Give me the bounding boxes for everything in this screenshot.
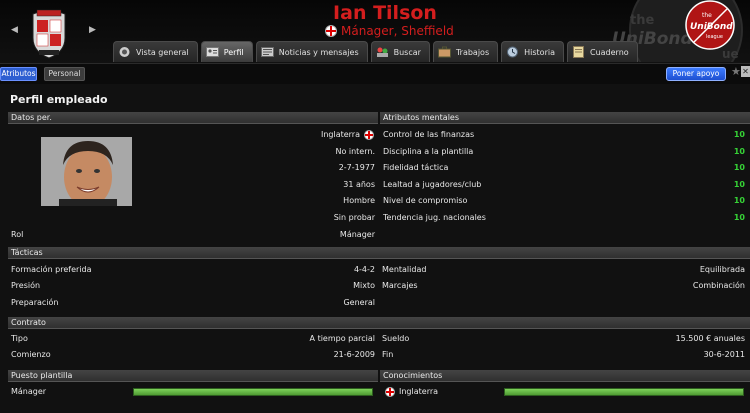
tab-historia[interactable]: Historia bbox=[501, 41, 564, 62]
knowledge-nation-label: Inglaterra bbox=[399, 387, 439, 396]
tab-noticias-mensajes[interactable]: Noticias y mensajes bbox=[255, 41, 368, 62]
attr-tendencia-label: Tendencia jug. nacionales bbox=[383, 213, 486, 222]
attr-fidelidad-label: Fidelidad táctica bbox=[383, 163, 449, 172]
section-atributos-mentales: Atributos mentales bbox=[380, 112, 750, 124]
watermark-the: the bbox=[630, 13, 654, 28]
close-icon[interactable]: ✕ bbox=[741, 66, 750, 77]
favourite-star-icon[interactable]: ★ bbox=[731, 65, 741, 78]
international-status: No intern. bbox=[335, 147, 375, 156]
wage-label: Sueldo bbox=[382, 334, 410, 343]
attr-lealtad-value: 10 bbox=[733, 180, 745, 189]
tab-label: Buscar bbox=[393, 47, 421, 57]
age-value: 31 años bbox=[343, 180, 375, 189]
tab-trabajos[interactable]: Trabajos bbox=[432, 41, 499, 62]
page-title: Perfil empleado bbox=[10, 93, 108, 106]
attr-lealtad-label: Lealtad a jugadores/club bbox=[383, 180, 482, 189]
gender-value: Hombre bbox=[343, 196, 375, 205]
tab-label: Perfil bbox=[223, 47, 244, 57]
main-tabs: Vista general Perfil Noticias y mensajes… bbox=[113, 41, 638, 62]
england-flag-icon bbox=[364, 130, 374, 140]
badge-the: the bbox=[702, 12, 712, 19]
profile-panel: Perfil empleado Datos per. Inglaterra No… bbox=[0, 84, 750, 413]
next-arrow-icon[interactable]: ▶ bbox=[89, 25, 96, 35]
overview-icon bbox=[119, 47, 130, 57]
tab-perfil[interactable]: Perfil bbox=[200, 41, 253, 62]
knowledge-level-bar bbox=[504, 388, 744, 396]
header-bar: ◀ ▶ Ian Tilson Mánager, Sheffield the Un… bbox=[0, 0, 750, 63]
role-label: Rol bbox=[11, 230, 24, 239]
subtab-personal[interactable]: Personal bbox=[44, 67, 85, 81]
search-people-icon bbox=[376, 47, 388, 57]
screen: ◀ ▶ Ian Tilson Mánager, Sheffield the Un… bbox=[0, 0, 750, 413]
sub-toolbar: Atributos Personal Poner apoyo bbox=[0, 63, 750, 84]
attr-tendencia-value: 10 bbox=[733, 213, 745, 222]
badge-unibond: UniBond bbox=[690, 22, 733, 32]
mentality-label: Mentalidad bbox=[382, 265, 427, 274]
notebook-icon bbox=[572, 46, 584, 58]
tab-label: Historia bbox=[524, 47, 555, 57]
section-datos-per: Datos per. bbox=[8, 112, 378, 124]
pressing-value: Mixto bbox=[353, 281, 375, 290]
contract-type-value: A tiempo parcial bbox=[309, 334, 375, 343]
england-flag-icon bbox=[325, 25, 337, 37]
badge-status: Sin probar bbox=[333, 213, 375, 222]
date-of-birth: 2-7-1977 bbox=[338, 163, 375, 172]
squad-role-level-bar bbox=[133, 388, 373, 396]
poner-apoyo-button[interactable]: Poner apoyo bbox=[666, 67, 726, 81]
attr-compromiso-label: Nivel de compromiso bbox=[383, 196, 468, 205]
tab-label: Cuaderno bbox=[589, 47, 629, 57]
pressing-label: Presión bbox=[11, 281, 41, 290]
previous-arrow-icon[interactable]: ◀ bbox=[11, 25, 18, 35]
attr-fidelidad-value: 10 bbox=[733, 163, 745, 172]
staff-photo-image bbox=[41, 137, 132, 206]
tab-buscar[interactable]: Buscar bbox=[370, 41, 430, 62]
mentality-value: Equilibrada bbox=[699, 265, 745, 274]
section-conocimientos: Conocimientos bbox=[380, 370, 750, 382]
england-flag-icon bbox=[385, 387, 395, 397]
preparation-label: Preparación bbox=[11, 298, 59, 307]
tab-label: Trabajos bbox=[455, 47, 490, 57]
news-icon bbox=[260, 47, 274, 57]
contract-end-value: 30-6-2011 bbox=[703, 350, 745, 359]
badge-league: league bbox=[706, 34, 723, 40]
profile-card-icon bbox=[205, 47, 219, 57]
contract-start-label: Comienzo bbox=[11, 350, 51, 359]
attr-disciplina-label: Disciplina a la plantilla bbox=[383, 147, 474, 156]
nationality-value: Inglaterra bbox=[320, 130, 360, 139]
formation-value: 4-4-2 bbox=[353, 265, 375, 274]
subtab-atributos[interactable]: Atributos bbox=[0, 67, 37, 81]
contract-type-label: Tipo bbox=[11, 334, 28, 343]
tab-label: Vista general bbox=[136, 47, 189, 57]
tab-cuaderno[interactable]: Cuaderno bbox=[566, 41, 638, 62]
staff-photo bbox=[41, 137, 132, 206]
watermark-league: ue bbox=[722, 47, 739, 61]
attr-compromiso-value: 10 bbox=[733, 196, 745, 205]
briefcase-icon bbox=[437, 46, 451, 58]
squad-role-label: Mánager bbox=[11, 387, 47, 396]
tab-label: Noticias y mensajes bbox=[278, 47, 359, 57]
attr-control-finanzas-value: 10 bbox=[733, 130, 745, 139]
contract-end-label: Fin bbox=[382, 350, 394, 359]
role-value: Mánager bbox=[339, 230, 375, 239]
section-contrato: Contrato bbox=[8, 317, 750, 329]
attr-control-finanzas-label: Control de las finanzas bbox=[383, 130, 475, 139]
preparation-value: General bbox=[343, 298, 375, 307]
section-puesto-plantilla: Puesto plantilla bbox=[8, 370, 378, 382]
contract-start-value: 21-6-2009 bbox=[333, 350, 375, 359]
marking-value: Combinación bbox=[692, 281, 745, 290]
role-club-label: Mánager, Sheffield bbox=[341, 24, 454, 38]
tab-vista-general[interactable]: Vista general bbox=[113, 41, 198, 62]
marking-label: Marcajes bbox=[382, 281, 418, 290]
person-role-club: Mánager, Sheffield bbox=[325, 24, 454, 38]
section-tacticas: Tácticas bbox=[8, 247, 750, 259]
attr-disciplina-value: 10 bbox=[733, 147, 745, 156]
wage-value: 15.500 € anuales bbox=[675, 334, 745, 343]
formation-label: Formación preferida bbox=[11, 265, 92, 274]
history-icon bbox=[507, 46, 519, 58]
